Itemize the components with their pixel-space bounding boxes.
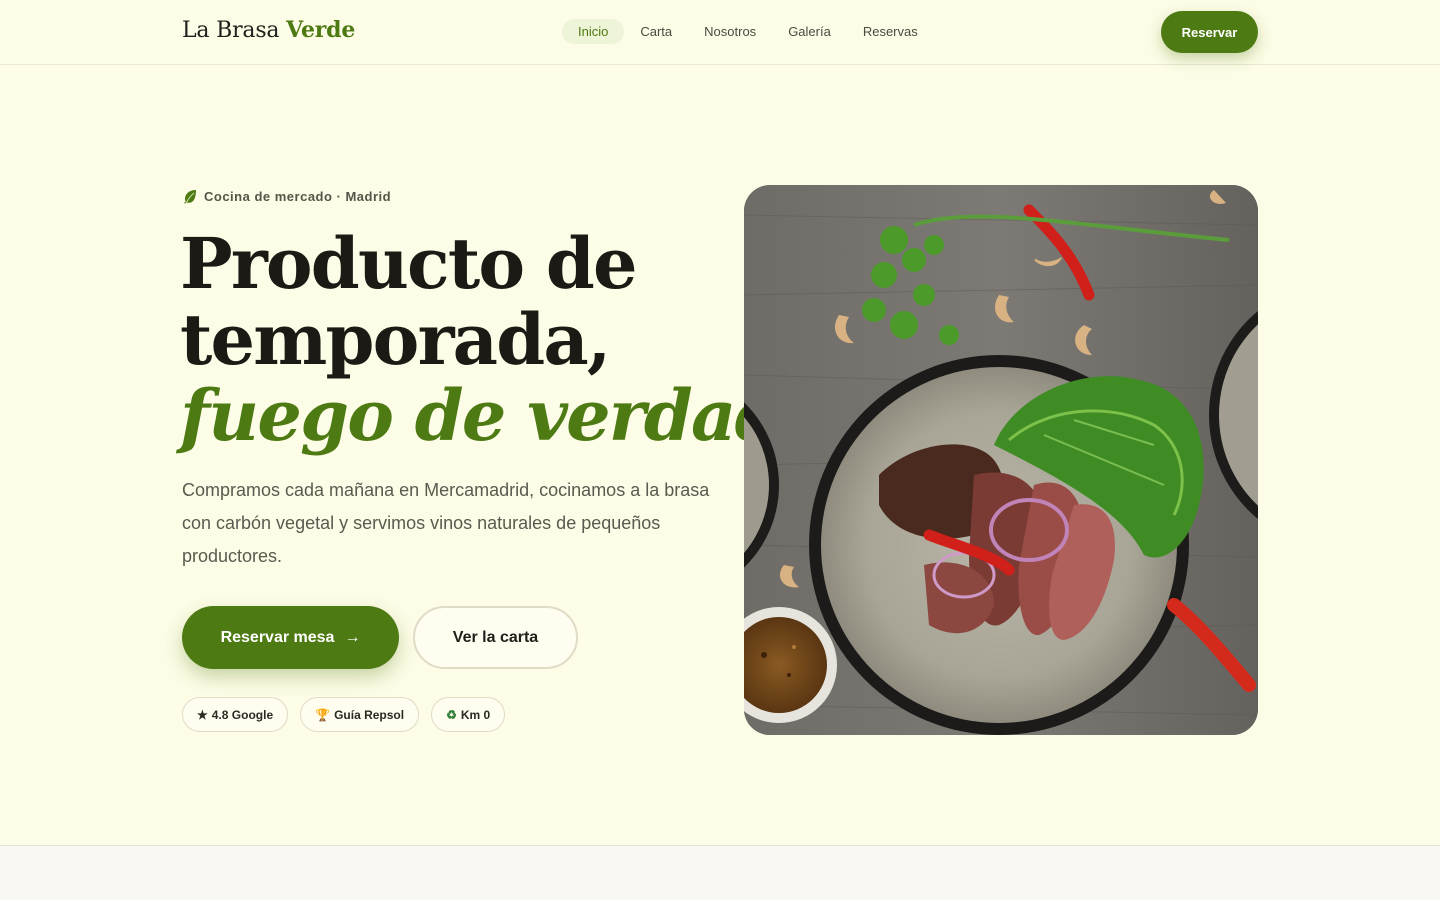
nav-item-galeria[interactable]: Galería — [772, 19, 847, 44]
headline-line-2: temporada, — [180, 298, 611, 381]
hero-dish-image — [744, 185, 1258, 735]
hero-headline: Producto de temporada, fuego de verdad — [180, 222, 784, 457]
nav-item-reservas[interactable]: Reservas — [847, 19, 934, 44]
badge-google-rating: ★ 4.8 Google — [182, 697, 289, 732]
header-reserve-button[interactable]: Reservar — [1161, 11, 1258, 53]
badge-label: Guía Repsol — [334, 707, 405, 722]
badge-km-zero: ♻ Km 0 — [431, 697, 506, 732]
nav-item-carta[interactable]: Carta — [624, 19, 688, 44]
arrow-right-icon: → — [344, 628, 361, 646]
brand-logo[interactable]: La Brasa Verde — [182, 17, 355, 43]
nav-item-inicio[interactable]: Inicio — [562, 19, 625, 44]
headline-line-1: Producto de — [180, 222, 638, 305]
reserve-table-button[interactable]: Reservar mesa → — [182, 606, 399, 669]
hero-eyebrow: Cocina de mercado · Madrid — [182, 188, 391, 204]
star-icon: ★ — [197, 707, 208, 722]
headline-line-3: fuego de verdad — [180, 374, 784, 457]
recycle-icon: ♻ — [446, 707, 457, 722]
reserve-table-label: Reservar mesa — [220, 628, 335, 646]
view-menu-button[interactable]: Ver la carta — [413, 606, 578, 669]
steak-plate-illustration — [744, 185, 1258, 735]
brand-name-part1: La Brasa — [182, 18, 280, 43]
nav-item-nosotros[interactable]: Nosotros — [688, 19, 772, 44]
trust-badges: ★ 4.8 Google 🏆 Guía Repsol ♻ Km 0 — [182, 697, 506, 732]
badge-label: 4.8 Google — [211, 707, 274, 722]
hero-eyebrow-text: Cocina de mercado · Madrid — [204, 188, 392, 204]
hero-lead-paragraph: Compramos cada mañana en Mercamadrid, co… — [182, 480, 710, 566]
badge-label: Km 0 — [460, 707, 491, 722]
brand-name-part2: Verde — [286, 17, 356, 43]
site-header: La Brasa Verde Inicio Carta Nosotros Gal… — [0, 0, 1440, 65]
next-section-strip — [0, 845, 1440, 900]
leaf-icon — [184, 190, 196, 204]
trophy-icon: 🏆 — [315, 707, 331, 722]
badge-guia-repsol: 🏆 Guía Repsol — [300, 697, 420, 732]
main-nav: Inicio Carta Nosotros Galería Reservas — [562, 19, 934, 44]
